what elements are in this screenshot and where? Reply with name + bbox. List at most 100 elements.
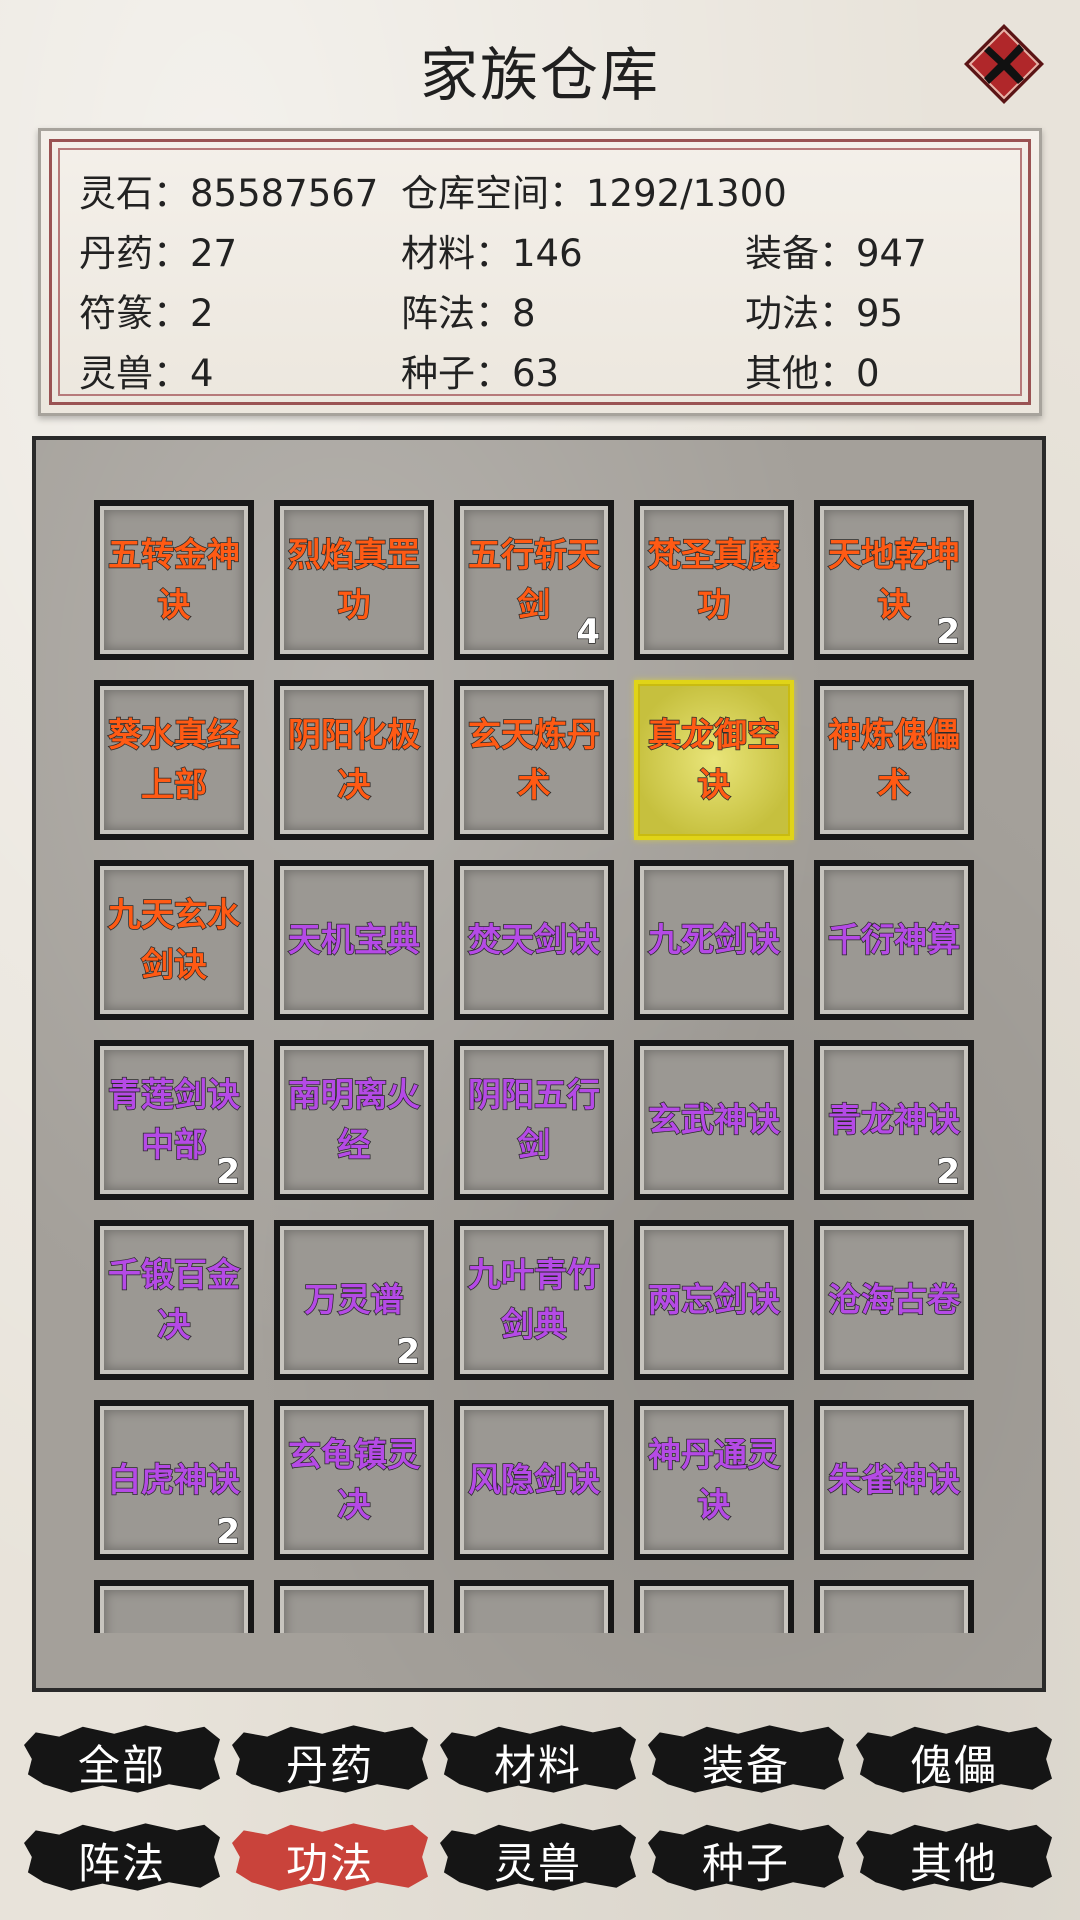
- item-name: 南明离火经: [287, 1074, 421, 1165]
- tab-label: 灵兽: [493, 1839, 582, 1888]
- item-count: 2: [936, 1151, 961, 1192]
- item-name: 阴阳化极决: [287, 714, 421, 805]
- tab-2[interactable]: 材料: [440, 1718, 636, 1800]
- item-slot[interactable]: 风隐剑诀: [454, 1400, 614, 1560]
- pill-stat: 丹药：27: [79, 232, 238, 275]
- tab-8[interactable]: 种子: [648, 1816, 844, 1898]
- item-count: 2: [396, 1331, 421, 1372]
- item-name: 真龙御空诀: [647, 714, 781, 805]
- item-name: 千衍神算: [827, 919, 961, 960]
- tab-label: 功法: [285, 1839, 374, 1888]
- close-button[interactable]: [962, 22, 1046, 106]
- item-slot[interactable]: 沧海古卷: [814, 1220, 974, 1380]
- item-name: 白虎神诀: [107, 1459, 241, 1500]
- item-name: 玄天炼丹术: [467, 714, 601, 805]
- tab-label: 阵法: [77, 1839, 166, 1888]
- item-name: 朱雀神诀: [827, 1459, 961, 1500]
- seed-stat: 种子：63: [401, 352, 560, 395]
- item-name: 青龙神诀: [827, 1099, 961, 1140]
- spirit-beast-stat: 灵兽：4: [79, 352, 214, 395]
- item-grid-panel[interactable]: 五转金神诀 烈焰真罡功 五行斩天剑 4 梵圣真魔功 天地乾坤诀 2 葵水真经上部 阴阳化极决 玄天…: [32, 436, 1046, 1692]
- tab-4[interactable]: 傀儡: [856, 1718, 1052, 1800]
- item-slot[interactable]: 九天玄水剑诀: [94, 860, 254, 1020]
- tab-9[interactable]: 其他: [856, 1816, 1052, 1898]
- item-name: 阴阳五行剑: [467, 1074, 601, 1165]
- tab-1[interactable]: 丹药: [232, 1718, 428, 1800]
- tab-0[interactable]: 全部: [24, 1718, 220, 1800]
- item-name: 两忘剑诀: [647, 1279, 781, 1320]
- tab-label: 种子: [701, 1839, 790, 1888]
- item-slot[interactable]: 丹道通天: [274, 1580, 434, 1633]
- storage-space-stat: 仓库空间：1292/1300: [401, 172, 787, 215]
- item-slot[interactable]: 南明离火经: [274, 1040, 434, 1200]
- spirit-stone-stat: 灵石：85587567: [79, 172, 379, 215]
- item-slot[interactable]: 玄龟镇灵决: [274, 1400, 434, 1560]
- tab-5[interactable]: 阵法: [24, 1816, 220, 1898]
- tab-3[interactable]: 装备: [648, 1718, 844, 1800]
- item-slot[interactable]: 玄武神诀: [634, 1040, 794, 1200]
- item-name: 玄武神诀: [647, 1099, 781, 1140]
- item-name: 玄龟镇灵决: [287, 1434, 421, 1525]
- item-count: 2: [216, 1511, 241, 1552]
- item-slot[interactable]: 两忘剑诀: [634, 1220, 794, 1380]
- item-name: 焚天剑诀: [467, 919, 601, 960]
- item-slot[interactable]: 白虎神诀 2: [94, 1400, 254, 1560]
- item-count: 2: [216, 1151, 241, 1192]
- item-slot[interactable]: 天机宝典: [274, 860, 434, 1020]
- item-grid[interactable]: 五转金神诀 烈焰真罡功 五行斩天剑 4 梵圣真魔功 天地乾坤诀 2 葵水真经上部 阴阳化极决 玄天…: [94, 500, 1014, 1633]
- item-name: 梵圣真魔功: [647, 534, 781, 625]
- item-slot[interactable]: 千锻百金决: [94, 1220, 254, 1380]
- warehouse-stats-panel: 灵石：85587567 仓库空间：1292/1300 丹药：27 材料：146 …: [38, 128, 1042, 416]
- item-name: 葵水真经上部: [107, 714, 241, 805]
- item-slot[interactable]: 五行斩天剑 4: [454, 500, 614, 660]
- page-title: 家族仓库: [419, 41, 660, 109]
- technique-stat: 功法：95: [745, 292, 904, 335]
- item-name: 九叶青竹剑典: [467, 1254, 601, 1345]
- item-slot[interactable]: 茅山镇符: [454, 1580, 614, 1633]
- tab-label: 丹药: [285, 1741, 374, 1790]
- item-slot[interactable]: 天地乾坤诀 2: [814, 500, 974, 660]
- item-name: 烈焰真罡功: [287, 534, 421, 625]
- item-slot[interactable]: 烈焰真罡功: [274, 500, 434, 660]
- item-slot[interactable]: 葵水真经上部: [94, 680, 254, 840]
- item-name: 风隐剑诀: [467, 1459, 601, 1500]
- tab-label: 全部: [77, 1741, 166, 1790]
- item-name: 五转金神诀: [107, 534, 241, 625]
- item-slot[interactable]: 阴阳化极决: [274, 680, 434, 840]
- tab-7[interactable]: 灵兽: [440, 1816, 636, 1898]
- item-slot[interactable]: 以阵论道: [814, 1580, 974, 1633]
- material-stat: 材料：146: [401, 232, 583, 275]
- item-slot[interactable]: 神炼傀儡术: [814, 680, 974, 840]
- item-count: 4: [576, 611, 601, 652]
- item-slot[interactable]: 九死剑诀: [634, 860, 794, 1020]
- item-slot[interactable]: 阴阳五行剑: [454, 1040, 614, 1200]
- item-slot[interactable]: 青莲剑诀中部 2: [94, 1040, 254, 1200]
- item-slot[interactable]: 千衍神算: [814, 860, 974, 1020]
- talisman-stat: 符篆：2: [79, 292, 214, 335]
- item-name: 九天玄水剑诀: [107, 894, 241, 985]
- tab-label: 材料: [493, 1741, 582, 1790]
- item-name: 九死剑诀: [647, 919, 781, 960]
- tab-label: 傀儡: [909, 1741, 998, 1790]
- item-slot[interactable]: 神丹通灵诀: [634, 1400, 794, 1560]
- tab-label: 装备: [701, 1741, 790, 1790]
- item-name: 沧海古卷: [827, 1279, 961, 1320]
- item-name: 神炼傀儡术: [827, 714, 961, 805]
- tab-label: 其他: [909, 1839, 998, 1888]
- item-slot[interactable]: 万灵谱 2: [274, 1220, 434, 1380]
- item-slot[interactable]: 青龙神诀 2: [814, 1040, 974, 1200]
- item-slot[interactable]: 天地阴阳: [94, 1580, 254, 1633]
- item-slot-selected[interactable]: 真龙御空诀: [634, 680, 794, 840]
- tab-6[interactable]: 功法: [232, 1816, 428, 1898]
- item-slot[interactable]: 梵圣真魔功: [634, 500, 794, 660]
- item-slot[interactable]: 五转金神诀: [94, 500, 254, 660]
- other-stat: 其他：0: [745, 352, 880, 395]
- item-slot[interactable]: 朱雀神诀: [814, 1400, 974, 1560]
- item-slot[interactable]: 万木通灵: [634, 1580, 794, 1633]
- item-slot[interactable]: 玄天炼丹术: [454, 680, 614, 840]
- item-name: 万灵谱: [304, 1279, 405, 1320]
- item-slot[interactable]: 九叶青竹剑典: [454, 1220, 614, 1380]
- formation-stat: 阵法：8: [401, 292, 536, 335]
- item-name: 千锻百金决: [107, 1254, 241, 1345]
- item-slot[interactable]: 焚天剑诀: [454, 860, 614, 1020]
